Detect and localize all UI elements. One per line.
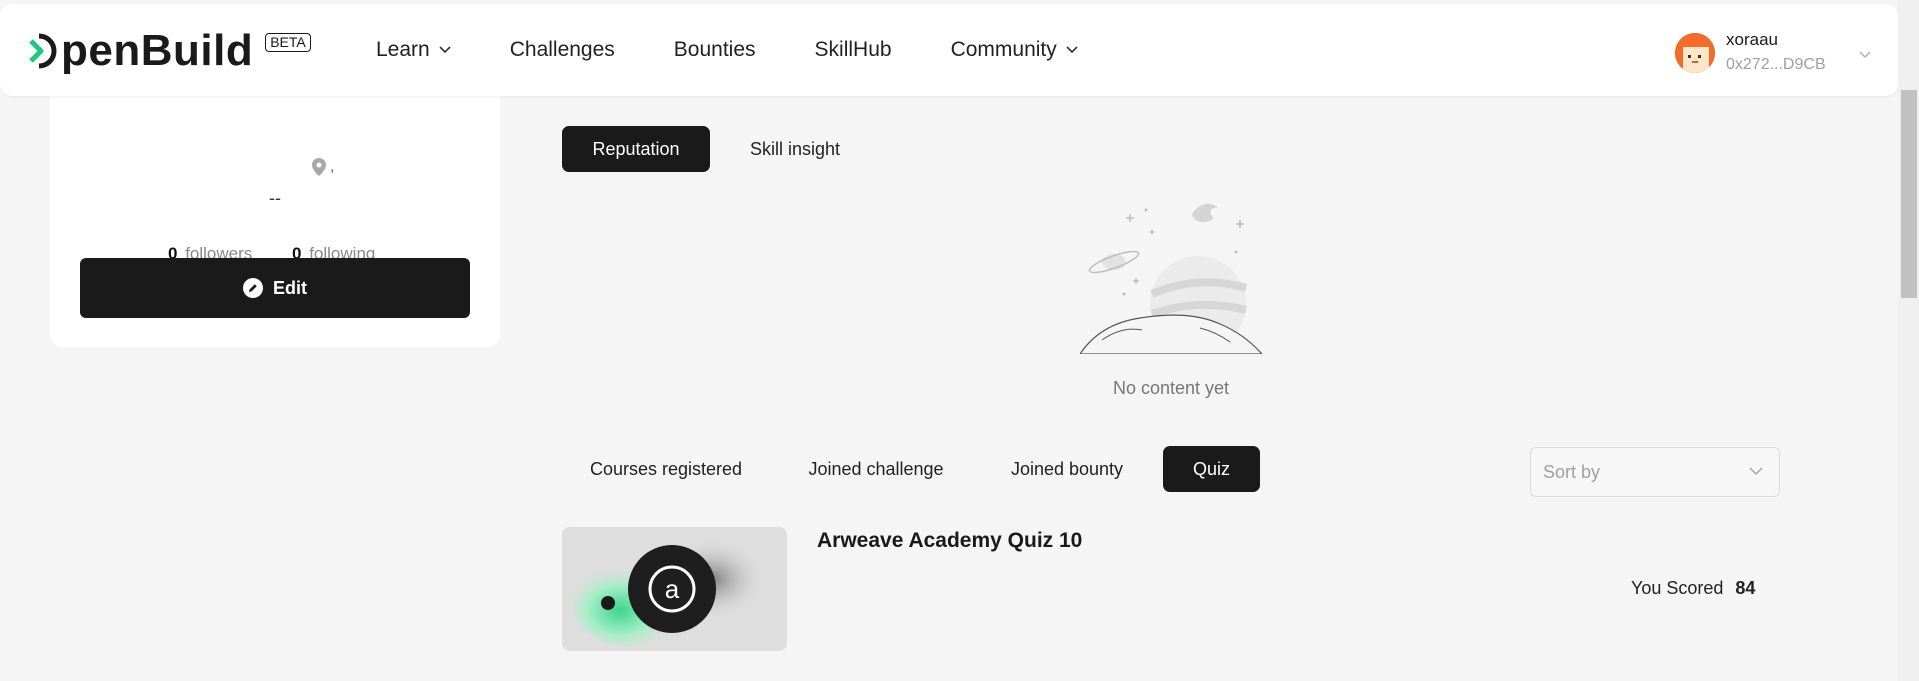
chevron-down-icon xyxy=(1749,467,1763,476)
nav-community-label: Community xyxy=(950,38,1057,61)
profile-page: , -- 0 followers 0 following Edit penBui… xyxy=(0,0,1919,681)
svg-text:a: a xyxy=(665,574,680,604)
pixel-avatar-icon xyxy=(1675,33,1715,73)
quiz-title[interactable]: Arweave Academy Quiz 10 xyxy=(817,529,1082,553)
arweave-logo-icon: a xyxy=(562,527,787,651)
nav-skillhub-label: SkillHub xyxy=(814,38,892,61)
tab-skill-insight-label: Skill insight xyxy=(749,138,841,159)
score-value: 84 xyxy=(1735,578,1756,598)
page-scrollbar-thumb[interactable] xyxy=(1901,90,1917,298)
top-navigation-bar: penBuild BETA Learn Challenges Bounties … xyxy=(0,4,1898,96)
wallet-address: 0x272...D9CB xyxy=(1726,56,1826,73)
nav-bounties[interactable]: Bounties xyxy=(674,38,756,62)
avatar[interactable] xyxy=(1675,33,1715,73)
sort-select[interactable]: Sort by xyxy=(1530,447,1780,497)
nav-bounties-label: Bounties xyxy=(673,38,756,61)
openbuild-logo[interactable]: penBuild BETA xyxy=(29,28,311,74)
tab-joined-challenge[interactable]: Joined challenge xyxy=(795,446,957,492)
edit-profile-button[interactable]: Edit xyxy=(80,258,470,318)
empty-state-text: No content yet xyxy=(1112,378,1230,398)
tab-quiz-label: Quiz xyxy=(1192,458,1230,479)
nav-challenges[interactable]: Challenges xyxy=(510,38,615,62)
tab-joined-challenge-label: Joined challenge xyxy=(808,458,944,479)
location: , xyxy=(312,158,334,176)
nav-learn-label: Learn xyxy=(376,38,430,61)
tab-courses-registered-label: Courses registered xyxy=(589,458,743,479)
beta-badge: BETA xyxy=(265,33,311,52)
empty-planet-illustration xyxy=(1080,203,1262,354)
location-pin-icon xyxy=(312,158,326,176)
user-menu[interactable]: xoraau 0x272...D9CB xyxy=(1675,30,1826,76)
nav-community[interactable]: Community xyxy=(951,38,1078,62)
quiz-score: You Scored 84 xyxy=(1631,578,1755,599)
sort-placeholder: Sort by xyxy=(1543,461,1601,482)
tab-reputation[interactable]: Reputation xyxy=(562,126,710,172)
chevron-down-icon xyxy=(1066,46,1078,54)
tab-joined-bounty[interactable]: Joined bounty xyxy=(998,446,1136,492)
nav-learn[interactable]: Learn xyxy=(376,38,451,62)
quiz-thumbnail[interactable]: a xyxy=(562,527,787,651)
tab-quiz[interactable]: Quiz xyxy=(1163,446,1260,492)
tab-courses-registered[interactable]: Courses registered xyxy=(570,446,762,492)
score-label: You Scored xyxy=(1631,578,1724,598)
profile-bio: -- xyxy=(269,188,281,208)
tab-joined-bounty-label: Joined bounty xyxy=(1010,458,1124,479)
nav-challenges-label: Challenges xyxy=(509,38,615,61)
user-name: xoraau xyxy=(1726,30,1778,49)
location-text: , xyxy=(330,158,335,175)
nav-skillhub[interactable]: SkillHub xyxy=(815,38,892,62)
main-nav: Learn Challenges Bounties SkillHub Commu… xyxy=(376,4,1137,96)
edit-label: Edit xyxy=(273,277,307,298)
tab-skill-insight[interactable]: Skill insight xyxy=(730,126,860,172)
logo-text: penBuild xyxy=(61,26,254,75)
openbuild-logo-icon xyxy=(29,33,57,69)
edit-icon xyxy=(243,278,263,298)
tab-reputation-label: Reputation xyxy=(592,138,680,159)
chevron-down-icon xyxy=(439,46,451,54)
chevron-down-icon[interactable] xyxy=(1859,51,1871,59)
